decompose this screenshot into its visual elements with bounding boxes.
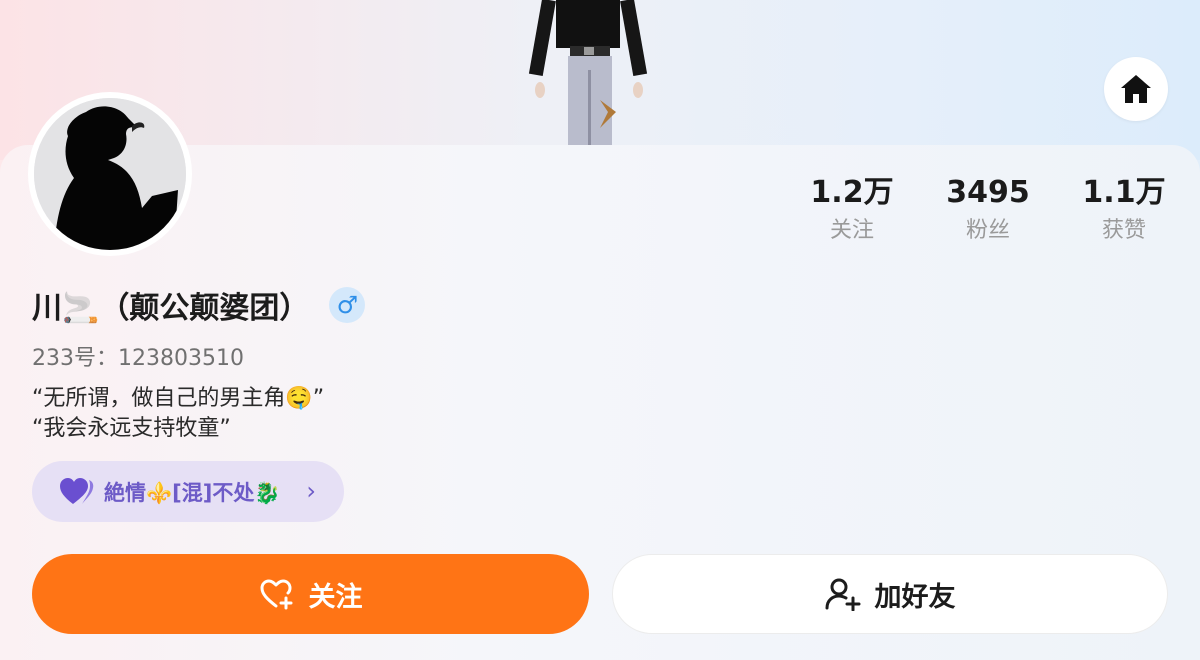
bio-line-2: “我会永远支持牧童” [32, 416, 231, 441]
stat-likes-label: 获赞 [1101, 218, 1146, 243]
stat-fans-value: 3495 [946, 175, 1030, 210]
add-friend-button-label: 加好友 [874, 581, 956, 613]
stat-following-label: 关注 [829, 218, 874, 243]
home-button[interactable] [1104, 57, 1168, 121]
purple-hearts-icon [60, 477, 94, 504]
user-id-label: 233号： [32, 346, 118, 371]
follow-button-label: 关注 [308, 581, 363, 613]
stat-fans[interactable]: 3495 粉丝 [918, 172, 1058, 248]
stat-likes[interactable]: 1.1万 获赞 [1054, 172, 1194, 248]
user-id-value: 123803510 [118, 346, 244, 371]
group-tag-label: 絶情⚜️[混]不处🐉 [104, 480, 281, 505]
home-icon [1121, 75, 1151, 103]
name-row: 川🚬（颠公颠婆团） ♂ [32, 282, 366, 328]
bio-line-1: “无所谓，做自己的男主角🤤” [32, 386, 325, 411]
heart-plus-icon [260, 579, 292, 610]
user-plus-icon [825, 578, 860, 611]
bio: “无所谓，做自己的男主角🤤” “我会永远支持牧童” [32, 384, 324, 444]
add-friend-button[interactable]: 加好友 [612, 554, 1168, 634]
follow-button[interactable]: 关注 [32, 554, 589, 634]
stat-following[interactable]: 1.2万 关注 [782, 172, 922, 248]
user-id[interactable]: 233号：123803510 [32, 340, 244, 372]
stats-row: 1.2万 关注 3495 粉丝 1.1万 获赞 [0, 172, 1200, 252]
stat-following-value: 1.2万 [810, 175, 894, 210]
stat-fans-label: 粉丝 [965, 218, 1010, 243]
username: 川🚬（颠公颠婆团） [32, 291, 310, 326]
gender-male-icon: ♂ [329, 287, 366, 323]
group-tag[interactable]: 絶情⚜️[混]不处🐉 › [32, 461, 344, 522]
chevron-right-icon: › [306, 477, 316, 505]
character-figure [528, 0, 648, 146]
stat-likes-value: 1.1万 [1082, 175, 1166, 210]
